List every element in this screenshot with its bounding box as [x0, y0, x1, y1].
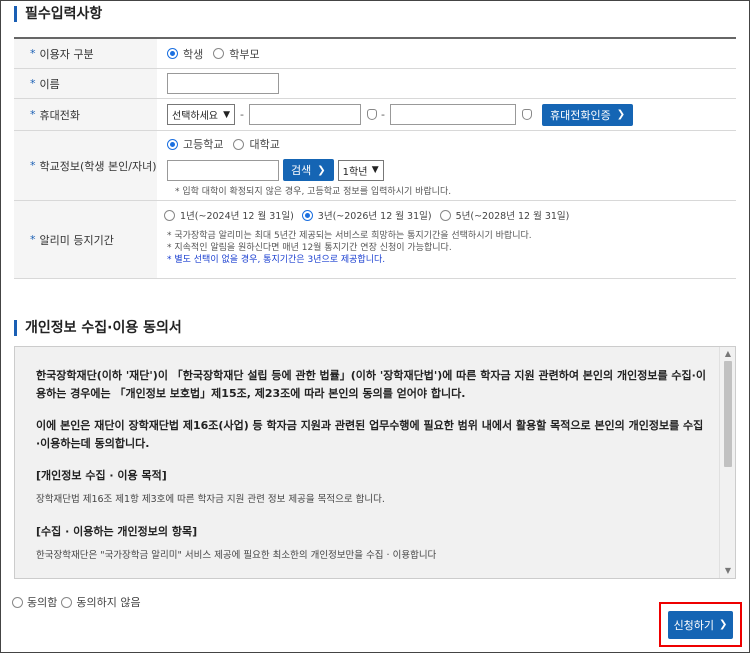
row-user-type: * 이용자 구분 학생 학부모 [14, 39, 736, 69]
period-note-2: * 지속적인 알림을 원하신다면 매년 12월 통지기간 연장 신청이 가능합니… [167, 243, 452, 253]
section-title-required: 필수입력사항 [14, 6, 102, 22]
radio-period-5y[interactable]: 5년(~2028년 12 월 31일) [439, 208, 569, 222]
submit-button[interactable]: 신청하기 ❯ [668, 610, 733, 639]
radio-student[interactable]: 학생 [167, 46, 203, 62]
period-note-blue: * 별도 선택이 없을 경우, 통지기간은 3년으로 제공합니다. [167, 255, 386, 265]
radio-circle-icon [439, 209, 451, 221]
scroll-down-arrow-icon[interactable]: ▼ [720, 564, 735, 578]
radio-disagree[interactable]: 동의하지 않음 [61, 594, 141, 610]
row-phone: * 휴대전화 선택하세요 ▼ - - 휴대전화인증 ❯ [14, 99, 736, 131]
consent-textbox[interactable]: 한국장학재단(이하 '재단')이 「한국장학재단 설립 등에 관한 법률」(이하… [14, 346, 736, 579]
radio-period-1y[interactable]: 1년(~2024년 12 월 31일) [164, 208, 294, 222]
radio-period-3y[interactable]: 3년(~2026년 12 월 31일) [301, 208, 432, 222]
consent-para-1: 한국장학재단(이하 '재단')이 「한국장학재단 설립 등에 관한 법률」(이하… [36, 369, 706, 400]
radio-circle-icon [164, 209, 175, 221]
phone-verify-button[interactable]: 휴대전화인증 ❯ [541, 103, 634, 126]
chevron-right-icon: ❯ [719, 619, 728, 630]
radio-circle-icon [233, 138, 245, 150]
section-title-consent: 개인정보 수집·이용 동의서 [14, 320, 182, 336]
radio-parent[interactable]: 학부모 [213, 46, 260, 62]
radio-circle-icon [12, 596, 23, 608]
label-school: 학교정보(학생 본인/자녀) [39, 159, 157, 173]
consent-heading-items: [수집 · 이용하는 개인정보의 항목] [36, 525, 198, 538]
required-form: *이용자 구분 학생 학부모 *이름 *휴대전화 선택하세요▼ - - [14, 37, 736, 279]
consent-text-purpose: 장학재단법 제16조 제1항 제3호에 따른 학자금 지원 관련 정보 제공을 … [36, 494, 385, 505]
phone-prefix-select[interactable]: 선택하세요 ▼ [167, 104, 235, 125]
label-period: 알리미 등지기간 [39, 233, 114, 247]
name-input[interactable] [167, 73, 279, 94]
consent-para-2: 이에 본인은 재단이 장학재단법 제16조(사업) 등 학자금 지원과 관련된 … [36, 419, 704, 450]
radio-circle-icon [213, 48, 225, 59]
chevron-down-icon: ▼ [223, 109, 230, 120]
radio-circle-icon [167, 48, 178, 59]
chevron-right-icon: ❯ [616, 109, 626, 120]
scroll-up-arrow-icon[interactable]: ▲ [720, 347, 735, 361]
consent-text-items: 한국장학재단은 "국가장학금 알리미" 서비스 제공에 필요한 최소한의 개인정… [36, 550, 437, 561]
agree-radio-group: 동의함 동의하지 않음 [12, 594, 145, 610]
period-note-1: * 국가장학금 알리미는 최대 5년간 제공되는 서비스로 희망하는 통지기간을… [167, 231, 532, 241]
scroll-thumb[interactable] [724, 361, 732, 467]
grade-select[interactable]: 1학년 ▼ [337, 159, 384, 181]
consent-heading-purpose: [개인정보 수집 · 이용 목적] [36, 469, 167, 482]
keypad-icon [366, 109, 377, 120]
phone-last-input[interactable] [389, 104, 516, 125]
school-input[interactable] [167, 159, 279, 181]
submit-highlight-box: 신청하기 ❯ [659, 602, 742, 647]
radio-circle-icon [301, 209, 313, 221]
radio-university[interactable]: 대학교 [233, 136, 280, 152]
label-phone: 휴대전화 [39, 108, 80, 122]
radio-highschool[interactable]: 고등학교 [167, 136, 223, 152]
chevron-down-icon: ▼ [371, 165, 379, 175]
phone-middle-input[interactable] [248, 104, 361, 125]
label-user-type: 이용자 구분 [39, 47, 94, 61]
row-period: * 알리미 등지기간 1년(~2024년 12 월 31일) 3년(~2026년 … [14, 201, 736, 279]
row-name: * 이름 [14, 69, 736, 99]
label-name: 이름 [39, 77, 60, 91]
radio-circle-icon [61, 596, 73, 608]
row-school: * 학교정보(학생 본인/자녀) 고등학교 대학교 검색 ❯ 1학년 ▼ * 입학 대… [14, 131, 736, 201]
school-note: * 입학 대학이 확정되지 않은 경우, 고등학교 정보를 입력하시기 바랍니다… [175, 187, 452, 197]
consent-scrollbar[interactable]: ▲ ▼ [719, 347, 735, 578]
radio-agree[interactable]: 동의함 [12, 594, 57, 610]
chevron-right-icon: ❯ [317, 164, 326, 176]
school-search-button[interactable]: 검색 ❯ [283, 159, 334, 181]
keypad-icon [521, 109, 532, 120]
radio-circle-icon [167, 138, 178, 150]
